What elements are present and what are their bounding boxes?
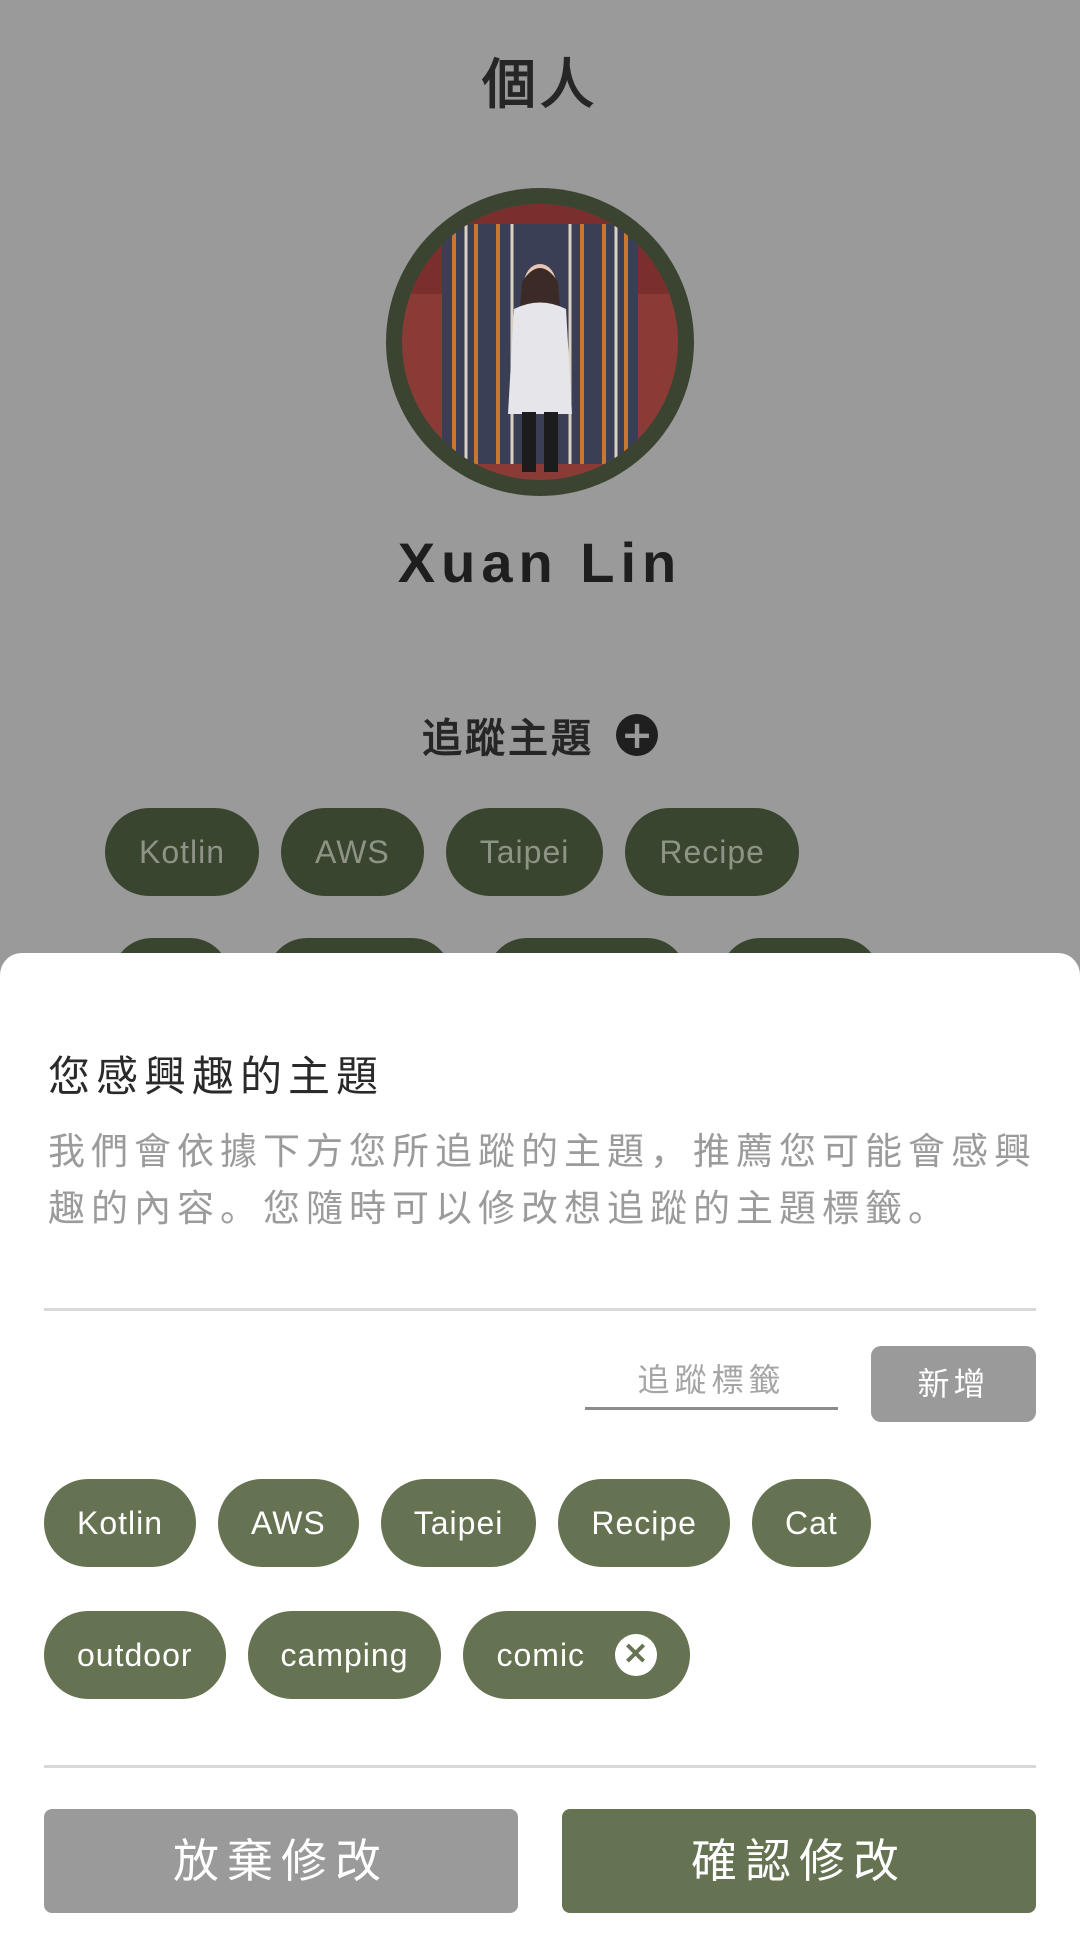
tag-chip-selected[interactable]: comic ✕: [463, 1611, 691, 1699]
tag-chips-row-2: outdoor camping comic ✕: [44, 1611, 691, 1699]
tag-chip[interactable]: Kotlin: [44, 1479, 197, 1567]
add-tag-button[interactable]: 新增: [871, 1346, 1036, 1422]
tag-chip-label: AWS: [251, 1505, 326, 1541]
follow-tag[interactable]: Taipei: [445, 808, 604, 896]
sheet-title: 您感興趣的主題: [48, 1052, 385, 1101]
tag-chip[interactable]: outdoor: [44, 1611, 226, 1699]
follow-topics-header: 追蹤主題 +: [0, 706, 1080, 764]
tag-chip[interactable]: AWS: [218, 1479, 359, 1567]
tag-chip-label: comic: [496, 1637, 586, 1673]
tag-chip-label: Taipei: [413, 1505, 504, 1541]
tag-chip[interactable]: Cat: [751, 1479, 871, 1567]
tag-chip-label: Kotlin: [77, 1505, 164, 1541]
divider: [44, 1765, 1036, 1768]
tag-input-container: [585, 1353, 838, 1410]
avatar-photo: [402, 204, 678, 480]
tag-chip-label: camping: [280, 1637, 409, 1673]
follow-tags: Kotlin AWS Taipei Recipe: [105, 808, 799, 896]
sheet-description: 我們會依據下方您所追蹤的主題，推薦您可能會感興趣的內容。您隨時可以修改想追蹤的主…: [48, 1130, 1037, 1230]
tag-chips-row-1: Kotlin AWS Taipei Recipe Cat: [44, 1479, 871, 1567]
follow-tag[interactable]: Recipe: [625, 808, 799, 896]
user-name: Xuan Lin: [397, 531, 683, 594]
tag-input[interactable]: [585, 1353, 838, 1407]
discard-changes-button[interactable]: 放棄修改: [44, 1809, 518, 1913]
tag-chip-label: Recipe: [591, 1505, 697, 1541]
follow-tag[interactable]: AWS: [281, 808, 424, 896]
tag-chip-label: Cat: [784, 1505, 838, 1541]
avatar[interactable]: [386, 188, 694, 496]
tag-chip[interactable]: camping: [247, 1611, 442, 1699]
tag-chip[interactable]: Taipei: [380, 1479, 537, 1567]
plus-circle-icon[interactable]: +: [616, 714, 658, 756]
close-circle-icon[interactable]: ✕: [615, 1634, 658, 1676]
tag-chip-label: outdoor: [77, 1637, 193, 1673]
tag-chip[interactable]: Recipe: [558, 1479, 730, 1567]
interest-topics-sheet: 您感興趣的主題 我們會依據下方您所追蹤的主題，推薦您可能會感興趣的內容。您隨時可…: [0, 953, 1080, 1955]
page-title: 個人: [482, 53, 598, 116]
follow-topics-title: 追蹤主題: [422, 716, 594, 762]
divider: [44, 1308, 1036, 1311]
confirm-changes-button[interactable]: 確認修改: [562, 1809, 1036, 1913]
follow-tag[interactable]: Kotlin: [105, 808, 260, 896]
